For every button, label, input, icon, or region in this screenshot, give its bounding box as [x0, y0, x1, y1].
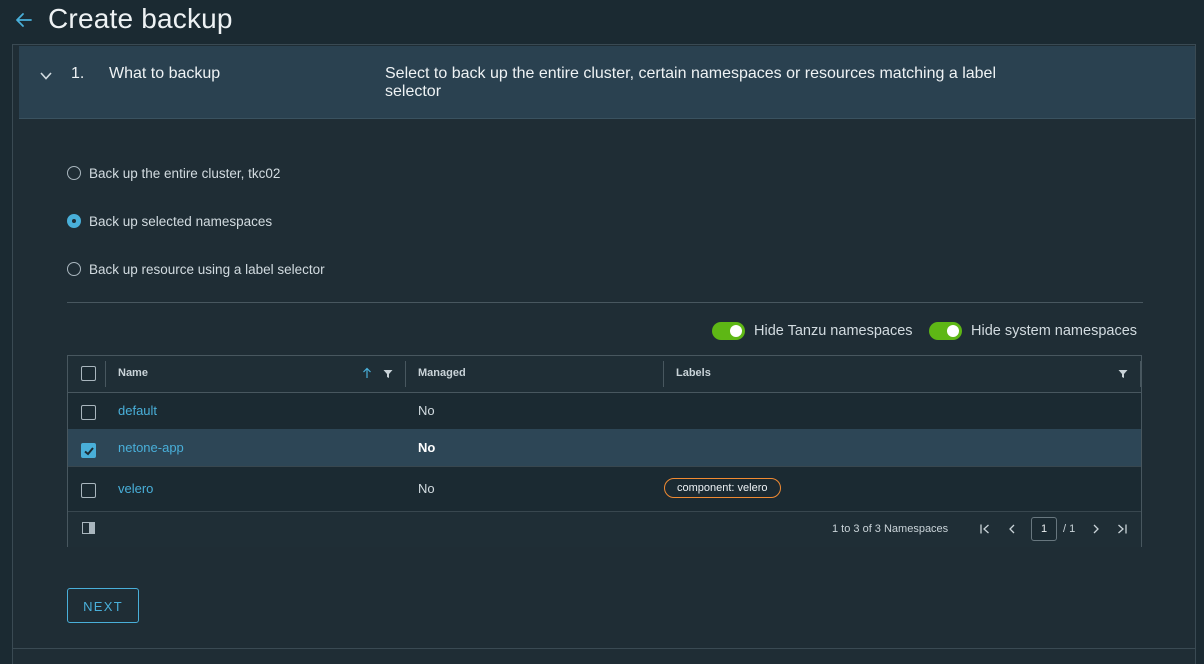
first-page-icon[interactable]	[979, 523, 991, 535]
toggle-switch[interactable]	[929, 322, 962, 340]
namespaces-table: Name Managed Labels default No netone-ap…	[67, 355, 1142, 547]
column-separator	[663, 361, 664, 387]
table-row[interactable]: netone-app No	[68, 429, 1141, 467]
radio-label: Back up the entire cluster, tkc02	[89, 165, 281, 181]
toggle-label: Hide system namespaces	[971, 323, 1138, 339]
backup-wizard-card: 1. What to backup Select to back up the …	[12, 44, 1196, 664]
column-header-labels[interactable]: Labels	[676, 367, 711, 379]
page-header: Create backup	[0, 0, 1204, 44]
table-header: Name Managed Labels	[68, 356, 1141, 393]
arrow-left-icon[interactable]	[14, 10, 34, 30]
label-badge: component: velero	[664, 478, 781, 498]
table-row[interactable]: default No	[68, 392, 1141, 430]
radio-label: Back up selected namespaces	[89, 213, 273, 229]
managed-value: No	[418, 403, 435, 418]
row-checkbox[interactable]	[81, 483, 96, 498]
radio-selected-namespaces[interactable]: Back up selected namespaces	[67, 211, 272, 231]
managed-value: No	[418, 440, 436, 455]
radio-label: Back up resource using a label selector	[89, 261, 325, 277]
column-separator	[105, 361, 106, 387]
step-title: What to backup	[109, 65, 221, 82]
step-header[interactable]: 1. What to backup Select to back up the …	[19, 46, 1195, 119]
check-icon	[84, 447, 94, 456]
sort-ascending-icon[interactable]	[362, 367, 372, 379]
card-bottom-border	[12, 648, 1196, 649]
next-page-icon[interactable]	[1090, 523, 1102, 535]
radio-button[interactable]	[67, 166, 81, 180]
row-checkbox[interactable]	[81, 443, 96, 458]
row-checkbox[interactable]	[81, 405, 96, 420]
pagination-count: 1 to 3 of 3 Namespaces	[832, 523, 949, 535]
column-header-name[interactable]: Name	[118, 367, 148, 379]
table-row[interactable]: velero No component: velero	[68, 466, 1141, 512]
toggle-hide-system[interactable]: Hide system namespaces	[929, 321, 1137, 341]
namespace-link[interactable]: netone-app	[118, 440, 184, 455]
namespace-link[interactable]: velero	[118, 481, 153, 496]
step-description: Select to back up the entire cluster, ce…	[385, 65, 996, 100]
section-divider	[67, 302, 1143, 303]
table-footer: 1 to 3 of 3 Namespaces 1 / 1	[68, 512, 1141, 547]
step-number: 1.	[71, 65, 85, 82]
last-page-icon[interactable]	[1116, 523, 1128, 535]
next-button[interactable]: NEXT	[67, 588, 139, 623]
filter-icon[interactable]	[383, 369, 393, 379]
chevron-down-icon[interactable]	[39, 69, 53, 83]
radio-button[interactable]	[67, 214, 81, 228]
toggle-hide-tanzu[interactable]: Hide Tanzu namespaces	[712, 321, 913, 341]
filter-icon[interactable]	[1118, 369, 1128, 379]
column-separator	[1140, 361, 1141, 387]
column-toggle-icon[interactable]	[82, 522, 95, 534]
select-all-checkbox[interactable]	[81, 366, 96, 381]
column-header-managed[interactable]: Managed	[418, 367, 466, 379]
toggle-switch[interactable]	[712, 322, 745, 340]
toggle-label: Hide Tanzu namespaces	[754, 323, 913, 339]
radio-label-selector[interactable]: Back up resource using a label selector	[67, 259, 325, 279]
radio-button[interactable]	[67, 262, 81, 276]
managed-value: No	[418, 481, 435, 496]
previous-page-icon[interactable]	[1006, 523, 1018, 535]
page-total: / 1	[1063, 523, 1076, 535]
column-separator	[405, 361, 406, 387]
radio-entire-cluster[interactable]: Back up the entire cluster, tkc02	[67, 163, 280, 183]
namespace-link[interactable]: default	[118, 403, 157, 418]
page-title: Create backup	[48, 3, 233, 34]
page-number-input[interactable]: 1	[1031, 517, 1057, 541]
